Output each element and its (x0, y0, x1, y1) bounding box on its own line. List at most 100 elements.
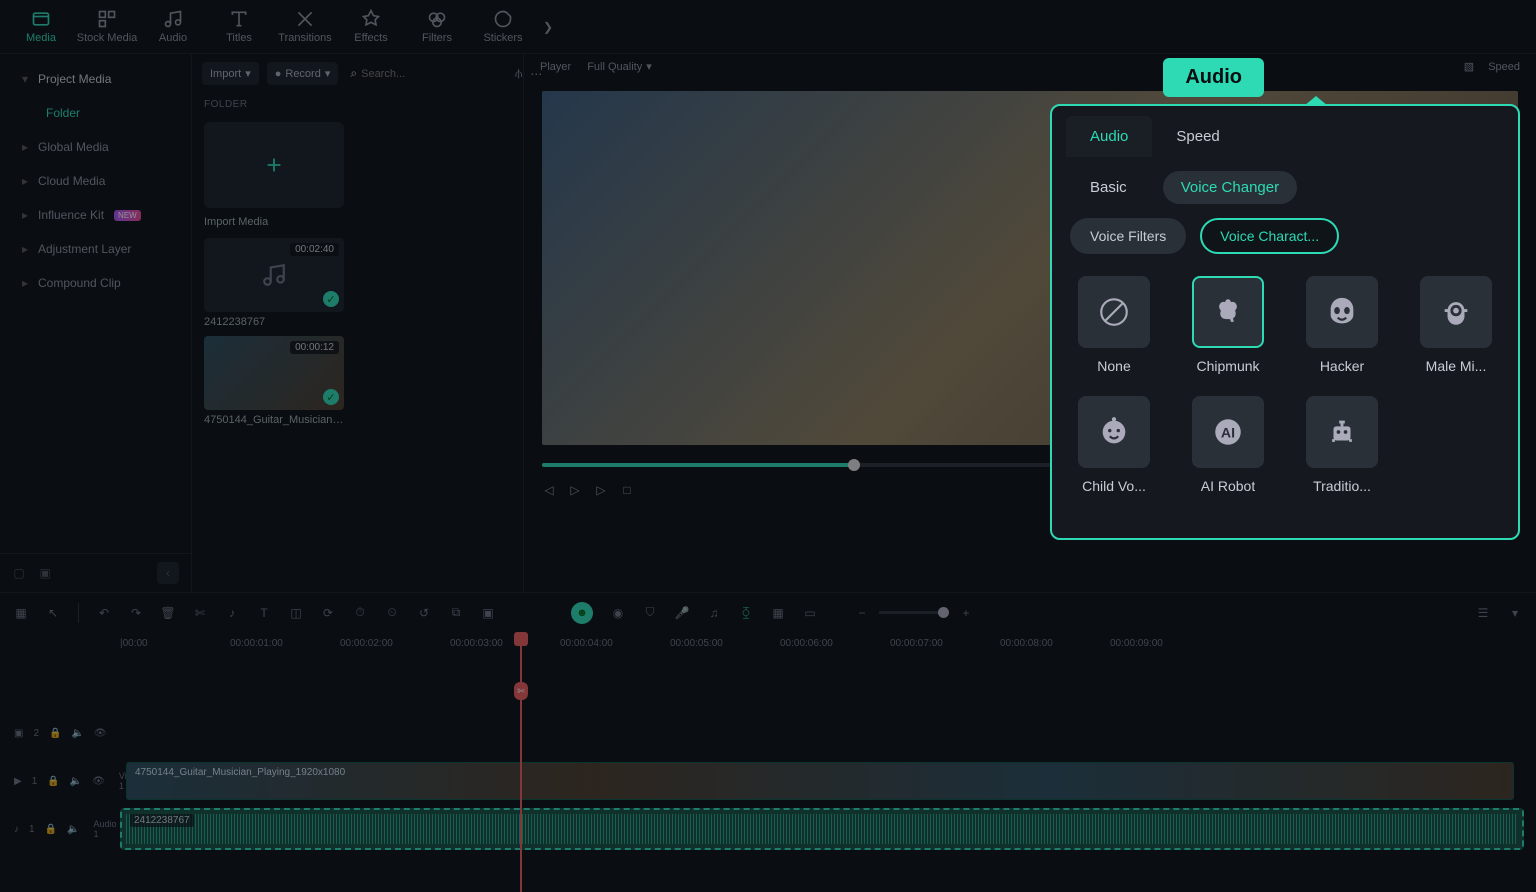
speed-icon[interactable]: ⏱ (353, 606, 367, 620)
frame-icon[interactable]: ▭ (803, 606, 817, 620)
new-folder-box[interactable] (204, 122, 344, 208)
voice-traditional[interactable]: Traditio... (1298, 396, 1386, 494)
voice-male-minion[interactable]: Male Mi... (1412, 276, 1500, 374)
timer-icon[interactable]: ⏲ (385, 606, 399, 620)
pointer-icon[interactable]: ↖ (46, 606, 60, 620)
cut-icon[interactable]: ✄ (193, 606, 207, 620)
chevron-down-icon[interactable]: ▾ (1508, 606, 1522, 620)
audio-panel-tab-audio[interactable]: Audio (1066, 116, 1152, 157)
filter-icon[interactable]: ⫛ (515, 66, 522, 81)
check-icon: ✓ (323, 389, 339, 405)
mute-icon[interactable]: 🔈 (67, 824, 79, 835)
text-tool-icon[interactable]: T (257, 606, 271, 620)
timeline-ruler[interactable]: |00:00 00:00:01:00 00:00:02:00 00:00:03:… (0, 632, 1536, 662)
sidebar-item-influence-kit[interactable]: ▸Influence KitNEW (0, 198, 191, 232)
delete-icon[interactable]: 🗑 (161, 606, 175, 620)
ai-button[interactable]: ☻ (571, 602, 593, 624)
timeline-toolbar: ▦ ↖ ↶ ↷ 🗑 ✄ ♪ T ◫ ⟳ ⏱ ⏲ ↺ ⧉ ▣ ☻ ◉ ⛉ 🎤 ♫ … (0, 592, 1536, 632)
prev-frame-icon[interactable]: ◁ (542, 483, 556, 497)
link-icon[interactable]: ⧉ (449, 606, 463, 620)
quality-select[interactable]: Full Quality ▾ (587, 60, 652, 73)
top-tab-stockmedia[interactable]: Stock Media (74, 0, 140, 54)
shield-icon[interactable]: ⛉ (643, 606, 657, 620)
top-tab-titles[interactable]: Titles (206, 0, 272, 54)
audio-clip[interactable]: 2412238767 (120, 808, 1524, 850)
audio-subtab-voice-changer[interactable]: Voice Changer (1163, 171, 1297, 204)
zoom-in-icon[interactable]: + (959, 606, 973, 620)
b-track-row: ▣2🔒🔈👁 (0, 710, 1536, 756)
top-tab-stickers[interactable]: Stickers (470, 0, 536, 54)
snapshot-icon[interactable]: ▧ (1464, 60, 1474, 73)
new-folder-icon[interactable]: ▢ (12, 566, 26, 580)
top-tab-effects[interactable]: Effects (338, 0, 404, 54)
record-button[interactable]: ● Record ▾ (267, 62, 339, 85)
playhead[interactable] (520, 632, 522, 892)
eq-icon[interactable]: ♫ (707, 606, 721, 620)
cut-marker[interactable]: ✄ (514, 682, 528, 700)
audio-panel-tab-speed[interactable]: Speed (1152, 116, 1243, 157)
audio-subtab-basic[interactable]: Basic (1072, 171, 1145, 204)
sidebar-item-adjustment-layer[interactable]: ▸Adjustment Layer (0, 232, 191, 266)
eye-icon[interactable]: 👁 (92, 776, 105, 787)
music-icon (261, 262, 287, 288)
stop-icon[interactable]: □ (620, 483, 634, 497)
eye-icon[interactable]: 👁 (94, 728, 107, 739)
voice-none[interactable]: None (1070, 276, 1158, 374)
track-audio-icon[interactable]: ♪ (14, 824, 19, 835)
folder-icon[interactable]: ▣ (38, 566, 52, 580)
tracklist-icon[interactable]: ☰ (1476, 606, 1490, 620)
snap-icon[interactable]: ▦ (771, 606, 785, 620)
left-sidebar: ▾Project Media Folder ▸Global Media ▸Clo… (0, 54, 192, 592)
mic-icon[interactable]: 🎤 (675, 606, 689, 620)
voice-characters-pill[interactable]: Voice Charact... (1200, 218, 1339, 254)
mute-icon[interactable]: 🔈 (70, 776, 82, 787)
sidebar-item-global-media[interactable]: ▸Global Media (0, 130, 191, 164)
mute-icon[interactable]: 🔈 (71, 728, 83, 739)
top-tab-transitions[interactable]: Transitions (272, 0, 338, 54)
voice-hacker[interactable]: Hacker (1298, 276, 1386, 374)
search-icon: ⌕ (350, 66, 357, 81)
clip-duration: 00:00:12 (290, 341, 339, 354)
voice-filters-pill[interactable]: Voice Filters (1070, 218, 1186, 254)
video-clip[interactable]: 4750144_Guitar_Musician_Playing_1920x108… (126, 762, 1514, 800)
track-video-icon[interactable]: ▶ (14, 776, 22, 787)
rotate-icon[interactable]: ⟳ (321, 606, 335, 620)
undo-icon[interactable]: ↶ (97, 606, 111, 620)
lock-icon[interactable]: 🔒 (45, 824, 57, 835)
lock-icon[interactable]: 🔒 (47, 776, 59, 787)
top-tab-media[interactable]: Media (8, 0, 74, 54)
rec-icon[interactable]: ◉ (611, 606, 625, 620)
music-tool-icon[interactable]: ♪ (225, 606, 239, 620)
sidebar-item-compound-clip[interactable]: ▸Compound Clip (0, 266, 191, 300)
grid-icon[interactable]: ▦ (14, 606, 28, 620)
magnet-icon[interactable]: ⧲ (739, 606, 753, 620)
reverse-icon[interactable]: ↺ (417, 606, 431, 620)
lock-icon[interactable]: 🔒 (49, 728, 61, 739)
player-tab[interactable]: Player (540, 61, 571, 73)
redo-icon[interactable]: ↷ (129, 606, 143, 620)
top-tab-audio[interactable]: Audio (140, 0, 206, 54)
voice-ai-robot[interactable]: AIAI Robot (1184, 396, 1272, 494)
sidebar-item-cloud-media[interactable]: ▸Cloud Media (0, 164, 191, 198)
clip-name: 4750144_Guitar_Musician_Pl... (204, 410, 344, 430)
collapse-sidebar-button[interactable]: ‹ (157, 562, 179, 584)
speed-label[interactable]: Speed (1488, 61, 1520, 73)
top-tab-filters[interactable]: Filters (404, 0, 470, 54)
sidebar-item-project-media[interactable]: ▾Project Media (0, 62, 191, 96)
voice-child[interactable]: Child Vo... (1070, 396, 1158, 494)
timeline[interactable]: |00:00 00:00:01:00 00:00:02:00 00:00:03:… (0, 632, 1536, 892)
import-button[interactable]: Import ▾ (202, 62, 259, 85)
zoom-out-icon[interactable]: − (855, 606, 869, 620)
crop-icon[interactable]: ◫ (289, 606, 303, 620)
top-tab-scroll-right[interactable]: ❯ (538, 12, 558, 42)
sidebar-item-folder[interactable]: Folder (0, 96, 191, 130)
track-b-icon[interactable]: ▣ (14, 728, 23, 739)
zoom-slider[interactable] (879, 611, 949, 614)
search-input[interactable] (361, 68, 503, 80)
media-clip-audio[interactable]: 00:02:40 ✓ 2412238767 (204, 238, 511, 332)
play-icon[interactable]: ▷ (568, 483, 582, 497)
media-clip-video[interactable]: 00:00:12 ✓ 4750144_Guitar_Musician_Pl... (204, 336, 511, 430)
next-frame-icon[interactable]: ▷ (594, 483, 608, 497)
voice-chipmunk[interactable]: Chipmunk (1184, 276, 1272, 374)
group-icon[interactable]: ▣ (481, 606, 495, 620)
